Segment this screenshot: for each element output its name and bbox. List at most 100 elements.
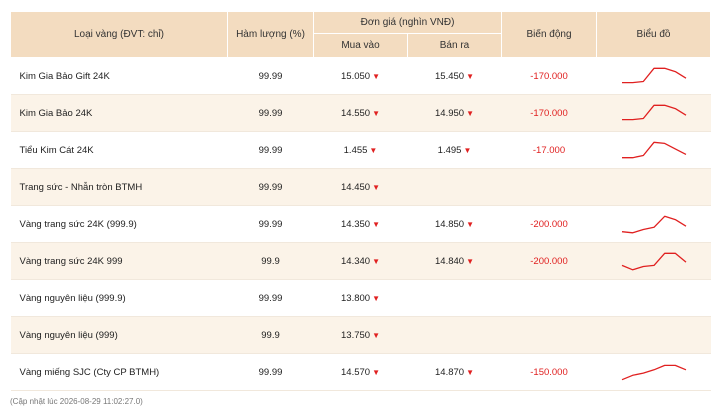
buy-value: 14.340	[341, 255, 371, 267]
sell-value: 14.950	[435, 107, 465, 119]
purity-value: 99.9	[261, 329, 280, 341]
sparkline-path	[621, 67, 686, 84]
table-row: Kim Gia Bảo 24K 99.99 14.550 ▼ 14.950 ▼ -170.0…	[10, 94, 711, 132]
header-change: Biến động	[501, 11, 598, 58]
change-cell: -170.000	[501, 94, 597, 132]
purity-cell: 99.99	[227, 94, 314, 132]
gold-type-cell: Vàng nguyên liệu (999)	[10, 316, 228, 354]
table-row: Vàng nguyên liệu (999) 99.9 13.750 ▼	[10, 316, 711, 354]
purity-cell: 99.99	[227, 168, 314, 206]
sparkline-chart[interactable]	[619, 358, 689, 386]
buy-value: 14.550	[341, 107, 371, 119]
change-cell	[501, 316, 597, 354]
gold-price-widget: Loại vàng (ĐVT: chỉ) Hàm lượng (%) Đơn g…	[0, 0, 720, 415]
gold-type-cell: Vàng miếng SJC (Cty CP BTMH)	[10, 353, 228, 391]
buy-cell: 14.550 ▼	[313, 94, 408, 132]
sparkline-cell	[596, 168, 711, 206]
sell-cell: 1.495 ▼	[407, 131, 502, 169]
table-row: Vàng miếng SJC (Cty CP BTMH) 99.99 14.570 ▼…	[10, 353, 711, 391]
sell-value: 14.840	[435, 255, 465, 267]
purity-cell: 99.99	[227, 353, 314, 391]
sparkline-cell	[596, 131, 711, 169]
change-value: -200.000	[530, 218, 568, 230]
purity-cell: 99.99	[227, 131, 314, 169]
purity-cell: 99.99	[227, 205, 314, 243]
change-value: -170.000	[530, 70, 568, 82]
buy-cell: 14.570 ▼	[313, 353, 408, 391]
down-arrow-icon: ▼	[466, 108, 474, 118]
down-arrow-icon: ▼	[372, 219, 380, 229]
down-arrow-icon: ▼	[466, 219, 474, 229]
buy-cell: 15.050 ▼	[313, 57, 408, 95]
buy-value: 14.570	[341, 366, 371, 378]
gold-type-label: Vàng trang sức 24K 999	[19, 255, 123, 267]
buy-value: 13.750	[341, 329, 371, 341]
change-cell: -150.000	[501, 353, 597, 391]
header-purity: Hàm lượng (%)	[227, 11, 314, 58]
gold-type-label: Vàng nguyên liệu (999.9)	[19, 292, 126, 304]
purity-value: 99.99	[258, 144, 283, 156]
purity-cell: 99.99	[227, 279, 314, 317]
buy-cell: 14.340 ▼	[313, 242, 408, 280]
sparkline-cell	[596, 353, 711, 391]
down-arrow-icon: ▼	[466, 367, 474, 377]
sparkline-cell	[596, 205, 711, 243]
change-value: -170.000	[530, 107, 568, 119]
purity-cell: 99.99	[227, 57, 314, 95]
purity-cell: 99.9	[227, 316, 314, 354]
table-row: Tiểu Kim Cát 24K 99.99 1.455 ▼ 1.495 ▼ -17.000	[10, 131, 711, 169]
gold-type-label: Vàng nguyên liệu (999)	[19, 329, 118, 341]
down-arrow-icon: ▼	[372, 293, 380, 303]
gold-type-cell: Vàng nguyên liệu (999.9)	[10, 279, 228, 317]
buy-value: 1.455	[343, 144, 368, 156]
buy-cell: 14.350 ▼	[313, 205, 408, 243]
change-cell: -17.000	[501, 131, 597, 169]
sparkline-path	[621, 104, 686, 121]
sparkline-path	[621, 364, 686, 381]
sparkline-cell	[596, 316, 711, 354]
header-buy: Mua vào	[313, 33, 408, 58]
sparkline-cell	[596, 57, 711, 95]
purity-value: 99.99	[258, 70, 283, 82]
buy-cell: 1.455 ▼	[313, 131, 408, 169]
sparkline-chart[interactable]	[619, 99, 689, 127]
gold-type-cell: Kim Gia Bảo Gift 24K	[10, 57, 228, 95]
change-cell: -200.000	[501, 205, 597, 243]
purity-value: 99.99	[258, 181, 283, 193]
sell-cell: 15.450 ▼	[407, 57, 502, 95]
buy-value: 13.800	[341, 292, 371, 304]
sparkline-chart[interactable]	[619, 247, 689, 275]
buy-value: 14.350	[341, 218, 371, 230]
change-cell	[501, 168, 597, 206]
sparkline-path	[621, 141, 686, 159]
sell-cell: 14.870 ▼	[407, 353, 502, 391]
down-arrow-icon: ▼	[466, 256, 474, 266]
change-value: -150.000	[530, 366, 568, 378]
price-rows: Kim Gia Bảo Gift 24K 99.99 15.050 ▼ 15.450 ▼ -…	[10, 57, 711, 391]
buy-cell: 14.450 ▼	[313, 168, 408, 206]
buy-cell: 13.750 ▼	[313, 316, 408, 354]
sparkline-chart[interactable]	[619, 62, 689, 90]
down-arrow-icon: ▼	[372, 71, 380, 81]
header-sell: Bán ra	[406, 33, 503, 58]
purity-value: 99.9	[261, 255, 280, 267]
table-row: Vàng trang sức 24K 999 99.9 14.340 ▼ 14.840 ▼…	[10, 242, 711, 280]
sparkline-cell	[596, 279, 711, 317]
sell-value: 1.495	[437, 144, 462, 156]
change-value: -17.000	[532, 144, 566, 156]
change-cell: -200.000	[501, 242, 597, 280]
sell-cell	[407, 168, 502, 206]
sparkline-chart[interactable]	[619, 210, 689, 238]
down-arrow-icon: ▼	[372, 256, 380, 266]
down-arrow-icon: ▼	[372, 367, 380, 377]
sparkline-chart[interactable]	[619, 136, 689, 164]
down-arrow-icon: ▼	[372, 182, 380, 192]
gold-type-label: Kim Gia Bảo Gift 24K	[19, 70, 110, 82]
down-arrow-icon: ▼	[372, 108, 380, 118]
sell-cell: 14.950 ▼	[407, 94, 502, 132]
table-row: Trang sức - Nhẫn tròn BTMH 99.99 14.450 ▼	[10, 168, 711, 206]
sell-value: 15.450	[435, 70, 465, 82]
gold-type-cell: Tiểu Kim Cát 24K	[10, 131, 228, 169]
purity-cell: 99.9	[227, 242, 314, 280]
sell-value: 14.850	[435, 218, 465, 230]
